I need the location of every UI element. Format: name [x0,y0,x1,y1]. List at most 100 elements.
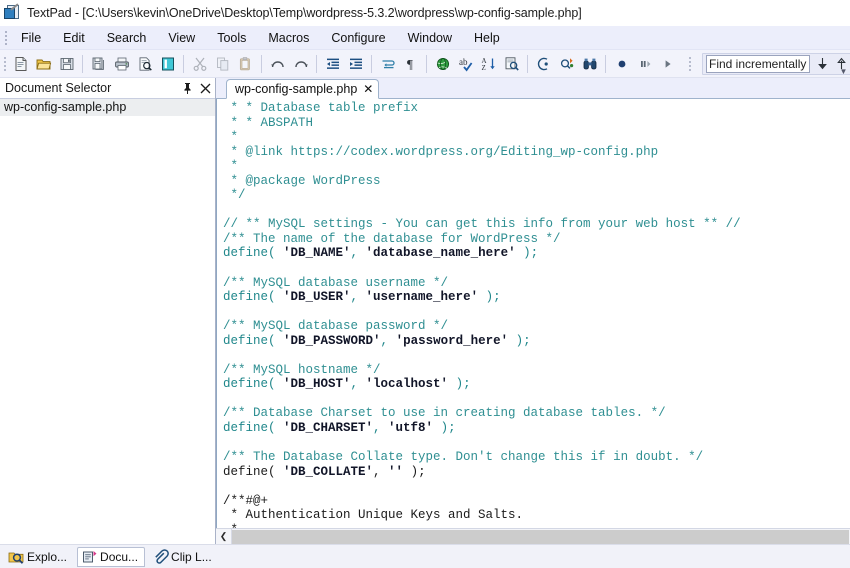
copy-icon[interactable] [212,53,233,74]
page-setup-icon[interactable] [157,53,178,74]
bottom-tab-explorer[interactable]: Explo... [4,547,74,567]
code-segment: 'DB_USER' [283,290,351,305]
code-segment: 'DB_PASSWORD' [283,333,381,348]
menu-item-help[interactable]: Help [463,29,511,47]
toolbar-separator [183,54,184,73]
toolbar-overflow-chevron-icon[interactable]: ▼ [837,50,850,78]
scrollbar-thumb[interactable] [232,529,849,544]
code-segment: , [380,333,396,348]
editor-horizontal-scrollbar[interactable]: ❮ [216,528,850,544]
toolbar-grip[interactable] [0,53,9,75]
document-selector-icon [81,549,98,565]
code-segment: define( [223,246,284,261]
save-all-icon[interactable] [88,53,109,74]
decrease-indent-icon[interactable] [322,53,343,74]
code-segment: * [223,130,239,145]
code-segment: , [350,246,366,261]
record-macro-dot-icon[interactable] [611,53,632,74]
cut-scissors-icon[interactable] [189,53,210,74]
scroll-left-arrow-icon[interactable]: ❮ [216,529,232,544]
code-segment: 'database_name_here' [365,246,516,261]
code-segment: ); [403,464,426,479]
bottom-tab-document-selector[interactable]: Docu... [77,546,146,567]
menu-bar: File Edit Search View Tools Macros Confi… [0,26,850,50]
word-wrap-icon[interactable] [377,53,398,74]
code-segment: 'DB_HOST' [283,377,351,392]
code-segment: * * Database table prefix [223,101,419,115]
play-macro-icon[interactable] [657,53,678,74]
code-segment: 'DB_NAME' [283,246,351,261]
list-item[interactable]: wp-config-sample.php [0,99,215,116]
web-browser-globe-icon[interactable] [432,53,453,74]
redo-arrow-icon[interactable] [290,53,311,74]
sort-icon[interactable]: A Z [478,53,499,74]
pin-icon[interactable] [179,80,195,96]
toolbar-separator [605,54,606,73]
code-segment: 'username_here' [365,290,479,305]
code-segment: * [223,159,239,174]
find-icon[interactable] [533,53,554,74]
menu-item-search[interactable]: Search [96,29,158,47]
document-selector-header: Document Selector [0,78,215,99]
code-segment: /** MySQL hostname */ [223,362,381,377]
editor-tab-strip: wp-config-sample.php ✕ [216,78,850,99]
code-segment: '' [388,464,404,479]
bottom-tab-label: Explo... [27,549,68,564]
bottom-tab-clip-library[interactable]: Clip L... [148,547,219,567]
code-segment: /** MySQL database password */ [223,319,449,334]
code-segment: define( [223,421,284,436]
pause-macro-icon[interactable] [634,53,655,74]
tab-wp-config-sample-php[interactable]: wp-config-sample.php ✕ [226,79,380,99]
arrow-down-icon[interactable] [813,54,832,73]
menu-item-configure[interactable]: Configure [320,29,396,47]
findbar-grip[interactable] [685,53,694,75]
bottom-tab-label: Docu... [100,549,139,564]
svg-text:ab: ab [459,57,468,67]
code-segment: define( [223,464,284,479]
code-segment: /** The Database Collate type. Don't cha… [223,450,704,465]
code-segment: define( [223,290,284,305]
close-icon[interactable]: ✕ [363,83,373,95]
code-editor[interactable]: * * Database table prefix * * ABSPATH * … [216,99,850,528]
paste-icon[interactable] [235,53,256,74]
open-folder-icon[interactable] [33,53,54,74]
code-segment: * * ABSPATH [223,115,314,130]
save-icon[interactable] [56,53,77,74]
code-text[interactable]: * * Database table prefix * * ABSPATH * … [223,101,850,528]
find-incrementally-input[interactable] [706,54,810,73]
increase-indent-icon[interactable] [345,53,366,74]
undo-arrow-icon[interactable] [267,53,288,74]
code-segment: define( [223,377,284,392]
menubar-grip[interactable] [2,29,10,47]
menu-item-file[interactable]: File [10,29,52,47]
code-segment: /** Database Charset to use in creating … [223,406,666,421]
menu-item-tools[interactable]: Tools [206,29,257,47]
toolbar-separator [371,54,372,73]
code-segment: // ** MySQL settings - You can get this … [223,217,741,232]
code-segment: , [373,464,389,479]
code-segment: /**#@+ [223,493,269,508]
menu-item-window[interactable]: Window [397,29,463,47]
code-segment: ); [515,246,539,261]
menu-item-view[interactable]: View [157,29,206,47]
menu-item-edit[interactable]: Edit [52,29,96,47]
find-next-binoculars-icon[interactable] [579,53,600,74]
toolbar-separator [261,54,262,73]
print-preview-icon[interactable] [134,53,155,74]
print-icon[interactable] [111,53,132,74]
replace-icon[interactable] [556,53,577,74]
code-segment: /** The name of the database for WordPre… [223,231,561,246]
code-segment: 'DB_CHARSET' [283,421,374,436]
new-document-icon[interactable] [10,53,31,74]
paragraph-marks-icon[interactable]: ¶ [400,53,421,74]
close-icon[interactable] [197,80,213,96]
svg-text:Z: Z [481,64,485,72]
code-segment: ); [433,421,456,436]
document-selector-pane: Document Selector wp-config-sample.php [0,78,216,544]
document-selector-list: wp-config-sample.php [0,99,215,544]
find-in-files-icon[interactable] [501,53,522,74]
code-segment: */ [223,188,246,203]
find-incrementally-bar: Aa [702,52,850,75]
menu-item-macros[interactable]: Macros [257,29,320,47]
spell-check-icon[interactable]: ab [455,53,476,74]
